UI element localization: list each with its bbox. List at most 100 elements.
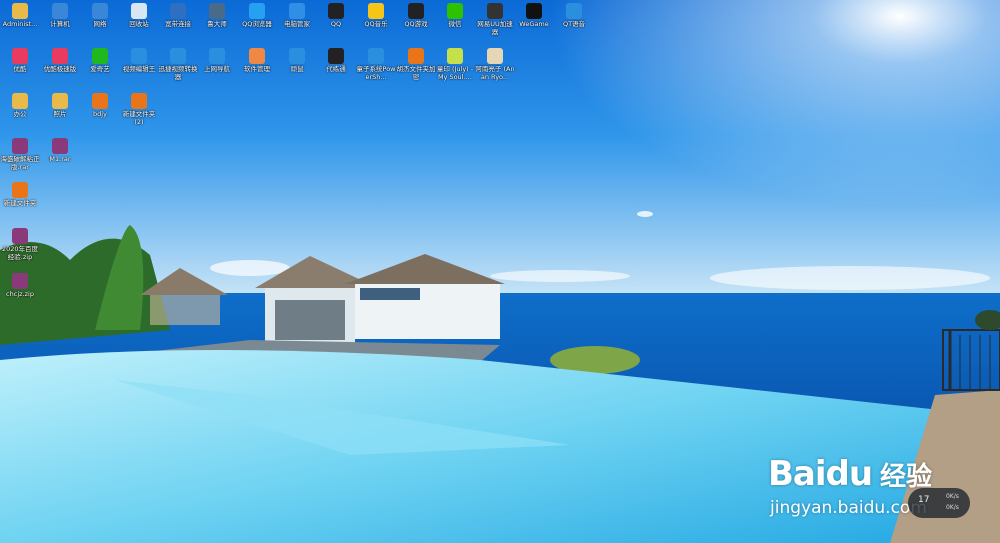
ludashi-icon (209, 3, 225, 19)
desktop-icon-label: bdjy (93, 110, 107, 118)
desktop-icon-label: 鲁大师 (207, 20, 227, 28)
computer-icon[interactable]: 计算机 (40, 3, 80, 29)
network-icon[interactable]: 网络 (80, 3, 120, 29)
video-icon (170, 48, 186, 64)
desktop-icon-label: 海盛破解粘正版.rar (0, 155, 40, 171)
file-encrypt-icon[interactable]: 胡杰文件夹加密 (396, 48, 436, 81)
zip-archive-icon[interactable]: 2020年百度经验.zip (0, 228, 40, 261)
lock-icon (92, 93, 108, 109)
office-folder-icon[interactable]: 办公 (0, 93, 40, 119)
recycle-bin-icon[interactable]: 回收站 (119, 3, 159, 29)
monitor-icon (52, 3, 68, 19)
desktop-icon-label: 网络 (93, 20, 107, 28)
desktop-icon-label: 照片 (53, 110, 67, 118)
dai-lian-icon[interactable]: 代练通 (316, 48, 356, 74)
software-manager-icon[interactable]: 软件管理 (237, 48, 277, 74)
play-icon (12, 48, 28, 64)
qq-browser-icon (249, 3, 265, 19)
desktop-icon-label: 宽带连接 (165, 20, 191, 28)
desktop-icon-label: 新建文件夹 (2) (122, 110, 156, 126)
desktop-icon-label: QQ (330, 20, 342, 28)
chat-icon (447, 3, 463, 19)
qq-browser-icon[interactable]: QQ浏览器 (237, 3, 277, 29)
pc-manager-icon[interactable]: 电脑管家 (277, 3, 317, 29)
image-file-icon[interactable]: 阿南亮子 (Anan Ryo... (475, 48, 515, 81)
video-icon (131, 48, 147, 64)
netease-uu-icon[interactable]: 网易UU加速器 (475, 3, 515, 36)
video-editor-icon[interactable]: 视频编辑王 (119, 48, 159, 74)
desktop-icon-label: 胡杰文件夹加密 (396, 65, 436, 81)
desktop-icon-label: 上网导航 (204, 65, 230, 73)
rar-archive-icon[interactable]: 海盛破解粘正版.rar (0, 138, 40, 171)
administrator-icon[interactable]: Administ... (0, 3, 40, 29)
iqiyi-icon[interactable]: 爱奇艺 (80, 48, 120, 74)
qq-icon[interactable]: QQ (316, 3, 356, 29)
desktop-icon-label: chcjz.zip (6, 290, 34, 298)
m1-rar-icon[interactable]: M1.rar (40, 138, 80, 164)
network-speed-widget[interactable]: 17 0K/s 0K/s (908, 488, 970, 518)
upload-speed: 0K/s (946, 493, 959, 500)
desktop-icon-label: 代练通 (326, 65, 346, 73)
qt-voice-icon[interactable]: QT语音 (554, 3, 594, 29)
hao123-icon[interactable]: 上网导航 (197, 48, 237, 74)
game-icon (289, 48, 305, 64)
qq-music-icon[interactable]: QQ音乐 (356, 3, 396, 29)
desktop-icon-label: 迅捷视频转换器 (158, 65, 198, 81)
play-icon (52, 48, 68, 64)
qq-game-icon[interactable]: QQ游戏 (396, 3, 436, 29)
penguin-icon (328, 3, 344, 19)
broadband-icon[interactable]: 宽带连接 (158, 3, 198, 29)
lock-icon (131, 93, 147, 109)
desktop-icon-label: Administ... (2, 20, 38, 28)
desktop-icon-label: 网易UU加速器 (477, 20, 513, 36)
widget-percent: 17 (918, 495, 930, 505)
zip-archive-2-icon[interactable]: chcjz.zip (0, 273, 40, 299)
photos-folder-icon[interactable]: 照片 (40, 93, 80, 119)
broadband-icon (170, 3, 186, 19)
wechat-icon[interactable]: 微信 (435, 3, 475, 29)
folder-icon (12, 93, 28, 109)
desktop-icon-label: 微信 (448, 20, 462, 28)
ludashi-icon[interactable]: 鲁大师 (197, 3, 237, 29)
desktop-icon-label: 顽鼠 (290, 65, 304, 73)
youku-icon[interactable]: 优酷 (0, 48, 40, 74)
desktop-icon-label: 视频编辑王 (122, 65, 156, 73)
desktop-icon-label: 计算机 (50, 20, 70, 28)
audio-icon (447, 48, 463, 64)
rar-icon (12, 228, 28, 244)
wegame-icon[interactable]: WeGame (514, 3, 554, 29)
watermark-url: jingyan.baidu.com (770, 498, 927, 518)
lock-icon (408, 48, 424, 64)
iqiyi-icon (92, 48, 108, 64)
user-folder-icon (12, 3, 28, 19)
desktop-icon-label: WeGame (519, 20, 549, 28)
desktop-icon-label: QQ音乐 (364, 20, 388, 28)
youku-speed-icon[interactable]: 优酷极速版 (40, 48, 80, 74)
desktop-icon-label: 新建文件夹 (3, 199, 37, 207)
desktop-icon-label: QT语音 (562, 20, 586, 28)
audio-file-icon[interactable]: 童印 (July) - My Soul.… (435, 48, 475, 81)
desktop-icon-label: 软件管理 (244, 65, 270, 73)
trash-icon (131, 3, 147, 19)
wegame-icon (526, 3, 542, 19)
browser-icon (209, 48, 225, 64)
apps-icon (368, 48, 384, 64)
desktop-icon-label: M1.rar (49, 155, 71, 163)
rar-icon (12, 273, 28, 289)
hat-icon (328, 48, 344, 64)
desktop-icon-label: QQ浏览器 (242, 20, 272, 28)
network-icon (92, 3, 108, 19)
desktop-icon-label: QQ游戏 (404, 20, 428, 28)
penguin-icon (408, 3, 424, 19)
new-folder-2-icon[interactable]: 新建文件夹 (2) (119, 93, 159, 126)
shield-icon (289, 3, 305, 19)
new-folder-icon[interactable]: 新建文件夹 (0, 182, 40, 208)
game-icon[interactable]: 顽鼠 (277, 48, 317, 74)
video-converter-icon[interactable]: 迅捷视频转换器 (158, 48, 198, 81)
image-icon (487, 48, 503, 64)
bdjy-icon[interactable]: bdjy (80, 93, 120, 119)
powershell-icon[interactable]: 童子系统PowerSh... (356, 48, 396, 81)
desktop-icon-label: 童印 (July) - My Soul.… (436, 65, 474, 81)
lock-icon (12, 182, 28, 198)
desktop-icon-label: 2020年百度经验.zip (1, 245, 39, 261)
